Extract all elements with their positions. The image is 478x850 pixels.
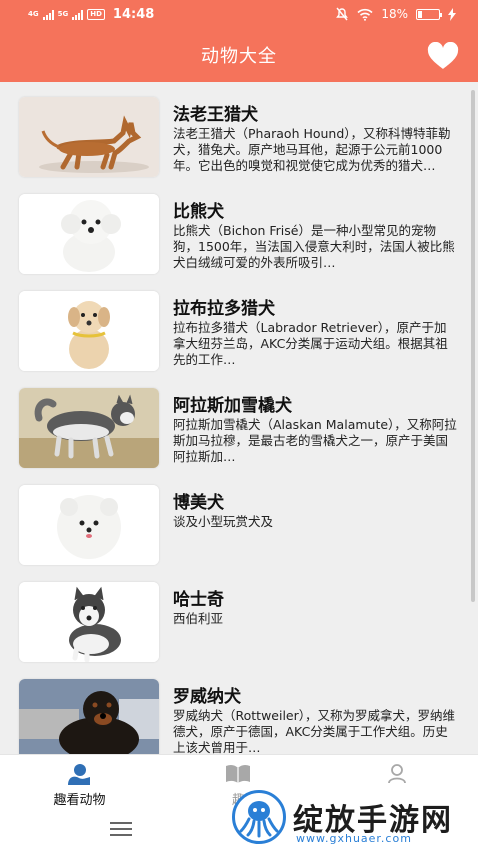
list-item[interactable]: 博美犬 谈及小型玩赏犬及	[0, 470, 470, 566]
animal-description: 西伯利亚	[173, 611, 224, 626]
animal-description: 拉布拉多猎犬（Labrador Retriever），原产于加拿大纽芬兰岛，AK…	[173, 320, 448, 367]
animal-description: 比熊犬（Bichon Frisé）是一种小型常见的宠物狗，1500年，当法国入侵…	[173, 223, 455, 270]
list-item[interactable]: 阿拉斯加雪橇犬 阿拉斯加雪橇犬（Alaskan Malamute），又称阿拉斯加…	[0, 373, 470, 469]
status-bar: 4G 5G HD 14:48 18%	[0, 0, 478, 30]
list-item[interactable]: 哈士奇 西伯利亚	[0, 567, 470, 663]
book-icon	[223, 763, 253, 787]
animal-thumbnail	[19, 679, 159, 754]
status-time: 14:48	[112, 7, 155, 22]
tab-label: 趣看动物	[53, 793, 106, 808]
tab-animals[interactable]: 趣看动物	[0, 755, 159, 811]
heart-favorites-icon[interactable]	[426, 42, 460, 70]
labrador-puppy-image	[19, 291, 159, 371]
list-item[interactable]: 比熊犬 比熊犬（Bichon Frisé）是一种小型常见的宠物狗，1500年，当…	[0, 179, 470, 275]
animal-thumbnail	[19, 97, 159, 177]
alaskan-malamute-image	[19, 388, 159, 468]
animal-name: 博美犬	[173, 493, 224, 513]
page-title: 动物大全	[201, 46, 277, 67]
animal-name: 法老王猎犬	[173, 105, 258, 125]
pharaoh-hound-image	[19, 97, 159, 177]
animal-name: 阿拉斯加雪橇犬	[173, 396, 292, 416]
network-4g-label: 4G	[28, 10, 39, 18]
watermark-logo	[232, 790, 286, 844]
wifi-icon	[357, 8, 373, 21]
mute-icon	[336, 7, 349, 21]
animal-description: 谈及小型玩赏犬及	[173, 514, 274, 529]
status-right: 18%	[335, 7, 456, 21]
battery-percent: 18%	[381, 7, 408, 21]
list-item[interactable]: 罗威纳犬 罗威纳犬（Rottweiler），又称为罗威拿犬，罗纳维德犬，原产于德…	[0, 664, 470, 754]
animal-name: 拉布拉多猎犬	[173, 299, 275, 319]
animal-list[interactable]: 法老王猎犬 法老王猎犬（Pharaoh Hound），又称科博特菲勒犬，猎兔犬。…	[0, 82, 478, 754]
list-item[interactable]: 法老王猎犬 法老王猎犬（Pharaoh Hound），又称科博特菲勒犬，猎兔犬。…	[0, 82, 470, 178]
animal-name: 哈士奇	[173, 590, 224, 610]
user-icon	[382, 763, 412, 787]
app-bar: 动物大全	[0, 30, 478, 82]
animal-thumbnail	[19, 485, 159, 565]
signal-icon	[72, 9, 84, 20]
animal-thumbnail	[19, 291, 159, 371]
animal-name: 比熊犬	[173, 202, 224, 222]
status-left: 4G 5G HD 14:48	[28, 7, 154, 22]
watermark-url: www.gxhuaer.com	[296, 832, 412, 845]
bichon-frise-image	[19, 194, 159, 274]
battery-icon	[416, 8, 442, 20]
animal-thumbnail	[19, 388, 159, 468]
animal-name: 罗威纳犬	[173, 687, 241, 707]
husky-puppy-image	[19, 582, 159, 662]
signal-icon	[42, 9, 54, 20]
animal-description: 法老王猎犬（Pharaoh Hound），又称科博特菲勒犬，猎兔犬。原产地马耳他…	[173, 126, 451, 173]
charging-icon	[448, 7, 456, 21]
rottweiler-image	[19, 679, 159, 754]
battery-level-fill	[418, 10, 422, 18]
scrollbar[interactable]	[471, 90, 475, 602]
pomeranian-image	[19, 485, 159, 565]
animal-description: 阿拉斯加雪橇犬（Alaskan Malamute），又称阿拉斯加马拉穆，是最古老…	[173, 417, 457, 464]
list-item[interactable]: 拉布拉多猎犬 拉布拉多猎犬（Labrador Retriever），原产于加拿大…	[0, 276, 470, 372]
animal-person-icon	[64, 763, 94, 787]
animal-description: 罗威纳犬（Rottweiler），又称为罗威拿犬，罗纳维德犬，原产于德国，AKC…	[173, 708, 456, 754]
animal-thumbnail	[19, 582, 159, 662]
hd-badge: HD	[87, 9, 105, 20]
menu-icon[interactable]	[110, 822, 132, 838]
octopus-logo-icon	[239, 801, 279, 838]
network-5g-label: 5G	[57, 10, 69, 18]
animal-thumbnail	[19, 194, 159, 274]
